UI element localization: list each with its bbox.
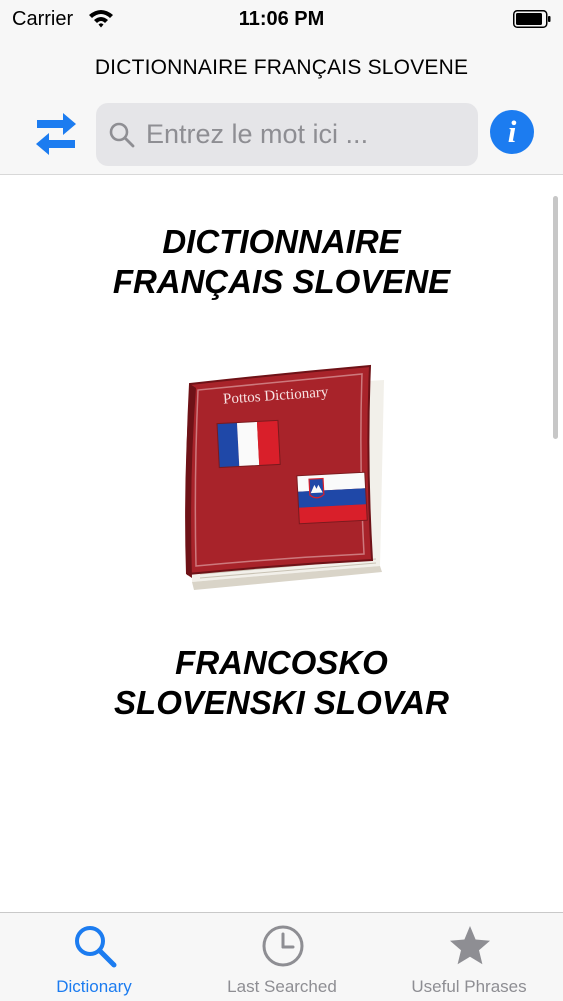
search-bar[interactable] bbox=[96, 103, 478, 166]
tab-last-searched-label: Last Searched bbox=[227, 977, 337, 996]
nav-title: DICTIONNAIRE FRANÇAIS SLOVENE bbox=[94, 56, 469, 79]
dictionary-book-image: Pottos Dictionary bbox=[185, 364, 384, 590]
title-french: DICTIONNAIRE FRANÇAIS SLOVENE bbox=[0, 222, 563, 302]
tab-dictionary[interactable]: Dictionary bbox=[0, 913, 188, 1001]
battery-icon bbox=[513, 10, 551, 28]
star-icon bbox=[450, 926, 490, 965]
search-icon bbox=[109, 122, 135, 148]
slovenia-flag bbox=[296, 471, 368, 525]
title-french-line-1: DICTIONNAIRE bbox=[162, 223, 401, 260]
info-button[interactable]: i bbox=[490, 110, 534, 154]
france-flag bbox=[216, 419, 281, 469]
magnifier-icon bbox=[75, 926, 117, 968]
swap-languages-button[interactable] bbox=[33, 111, 79, 157]
search-input[interactable] bbox=[146, 103, 466, 166]
title-slovenian: FRANCOSKO SLOVENSKI SLOVAR bbox=[0, 643, 563, 723]
navigation-bar: DICTIONNAIRE FRANÇAIS SLOVENE i bbox=[0, 40, 563, 175]
clock-icon bbox=[262, 925, 304, 967]
title-slovenian-line-2: SLOVENSKI SLOVAR bbox=[114, 684, 449, 721]
tab-useful-phrases-label: Useful Phrases bbox=[411, 977, 527, 996]
info-icon: i bbox=[507, 114, 517, 149]
title-french-line-2: FRANÇAIS SLOVENE bbox=[112, 263, 451, 300]
swap-arrows-icon bbox=[36, 113, 76, 155]
tab-dictionary-label: Dictionary bbox=[56, 977, 132, 996]
tab-useful-phrases[interactable]: Useful Phrases bbox=[375, 913, 563, 1001]
tab-last-searched[interactable]: Last Searched bbox=[188, 913, 376, 1001]
status-time: 11:06 PM bbox=[238, 8, 325, 30]
title-slovenian-line-1: FRANCOSKO bbox=[175, 644, 388, 681]
tab-bar: Dictionary Last Searched Useful Phrases bbox=[0, 912, 563, 1001]
status-bar: Carrier 11:06 PM bbox=[0, 0, 563, 40]
